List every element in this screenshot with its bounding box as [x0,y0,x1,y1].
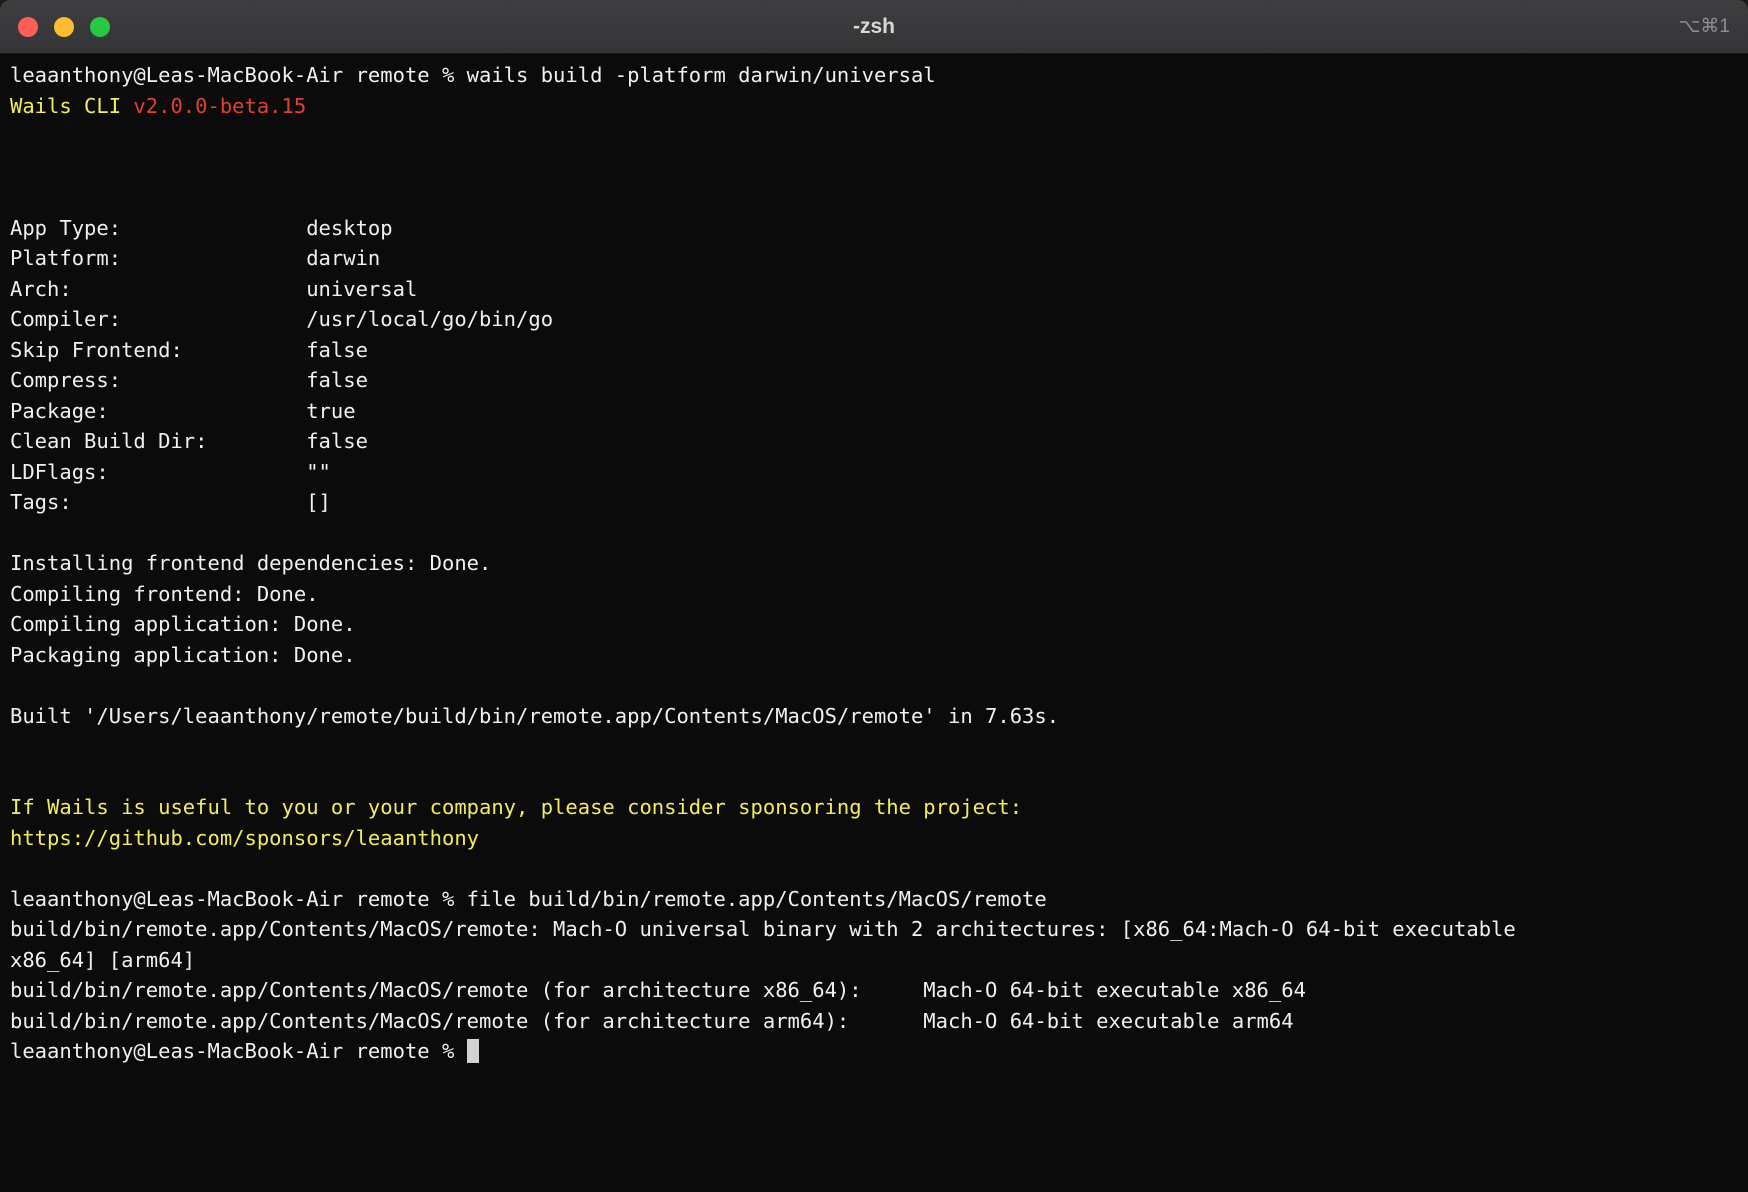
config-row-skip-frontend: Skip Frontend: false [10,335,1738,366]
text-segment: build/bin/remote.app/Contents/MacOS/remo… [10,1009,1294,1033]
close-button[interactable] [18,17,38,37]
text-segment: Compiling frontend: Done. [10,582,319,606]
text-segment: Arch: universal [10,277,417,301]
config-row-package: Package: true [10,396,1738,427]
prompt-line: leaanthony@Leas-MacBook-Air remote % [10,1036,1738,1067]
text-segment: x86_64] [arm64] [10,948,195,972]
text-segment: leaanthony@Leas-MacBook-Air remote % wai… [10,63,936,87]
blank-line [10,853,1738,884]
sponsor-message-line: If Wails is useful to you or your compan… [10,792,1738,823]
traffic-lights [0,17,110,37]
status-line-compiling-application: Compiling application: Done. [10,609,1738,640]
config-row-arch: Arch: universal [10,274,1738,305]
text-segment: Tags: [] [10,490,331,514]
text-segment: Wails CLI [10,94,133,118]
zoom-button[interactable] [90,17,110,37]
config-row-compiler: Compiler: /usr/local/go/bin/go [10,304,1738,335]
text-segment: App Type: desktop [10,216,393,240]
build-result-line: Built '/Users/leaanthony/remote/build/bi… [10,701,1738,732]
blank-line [10,762,1738,793]
text-segment: leaanthony@Leas-MacBook-Air remote % [10,1039,467,1063]
config-row-ldflags: LDFlags: "" [10,457,1738,488]
blank-line [10,518,1738,549]
text-segment: Package: true [10,399,356,423]
terminal-screen[interactable]: leaanthony@Leas-MacBook-Air remote % wai… [0,54,1748,1192]
blank-line [10,670,1738,701]
text-segment: Skip Frontend: false [10,338,368,362]
window-title: -zsh [0,15,1748,39]
sponsor-link-line: https://github.com/sponsors/leaanthony [10,823,1738,854]
terminal-window: -zsh ⌥⌘1 leaanthony@Leas-MacBook-Air rem… [0,0,1748,1192]
sponsor-link[interactable]: https://github.com/sponsors/leaanthony [10,826,479,850]
wails-version-line: Wails CLI v2.0.0-beta.15 [10,91,1738,122]
terminal-cursor [467,1039,479,1063]
minimize-button[interactable] [54,17,74,37]
status-line-installing-deps: Installing frontend dependencies: Done. [10,548,1738,579]
text-segment: v2.0.0-beta.15 [133,94,306,118]
config-row-platform: Platform: darwin [10,243,1738,274]
file-output-line-x86-64: build/bin/remote.app/Contents/MacOS/remo… [10,975,1738,1006]
blank-line [10,182,1738,213]
blank-line [10,121,1738,152]
text-segment: LDFlags: "" [10,460,331,484]
blank-line [10,731,1738,762]
text-segment: If Wails is useful to you or your compan… [10,795,1022,819]
text-segment: leaanthony@Leas-MacBook-Air remote % fil… [10,887,1047,911]
text-segment: Installing frontend dependencies: Done. [10,551,491,575]
text-segment: Clean Build Dir: false [10,429,368,453]
text-segment: Packaging application: Done. [10,643,356,667]
config-row-app-type: App Type: desktop [10,213,1738,244]
status-line-compiling-frontend: Compiling frontend: Done. [10,579,1738,610]
file-output-line-arm64: build/bin/remote.app/Contents/MacOS/remo… [10,1006,1738,1037]
blank-line [10,152,1738,183]
file-output-line-universal: build/bin/remote.app/Contents/MacOS/remo… [10,914,1738,945]
file-output-line-universal-wrap: x86_64] [arm64] [10,945,1738,976]
text-segment: build/bin/remote.app/Contents/MacOS/remo… [10,917,1516,941]
config-row-tags: Tags: [] [10,487,1738,518]
config-row-clean-build-dir: Clean Build Dir: false [10,426,1738,457]
window-shortcut-hint: ⌥⌘1 [1679,15,1730,38]
status-line-packaging-application: Packaging application: Done. [10,640,1738,671]
command-line-file: leaanthony@Leas-MacBook-Air remote % fil… [10,884,1738,915]
text-segment: Compress: false [10,368,368,392]
config-row-compress: Compress: false [10,365,1738,396]
text-segment: build/bin/remote.app/Contents/MacOS/remo… [10,978,1306,1002]
text-segment: Compiler: /usr/local/go/bin/go [10,307,553,331]
text-segment: Built '/Users/leaanthony/remote/build/bi… [10,704,1059,728]
text-segment: Platform: darwin [10,246,380,270]
command-line-wails-build: leaanthony@Leas-MacBook-Air remote % wai… [10,60,1738,91]
text-segment: Compiling application: Done. [10,612,356,636]
titlebar[interactable]: -zsh ⌥⌘1 [0,0,1748,54]
